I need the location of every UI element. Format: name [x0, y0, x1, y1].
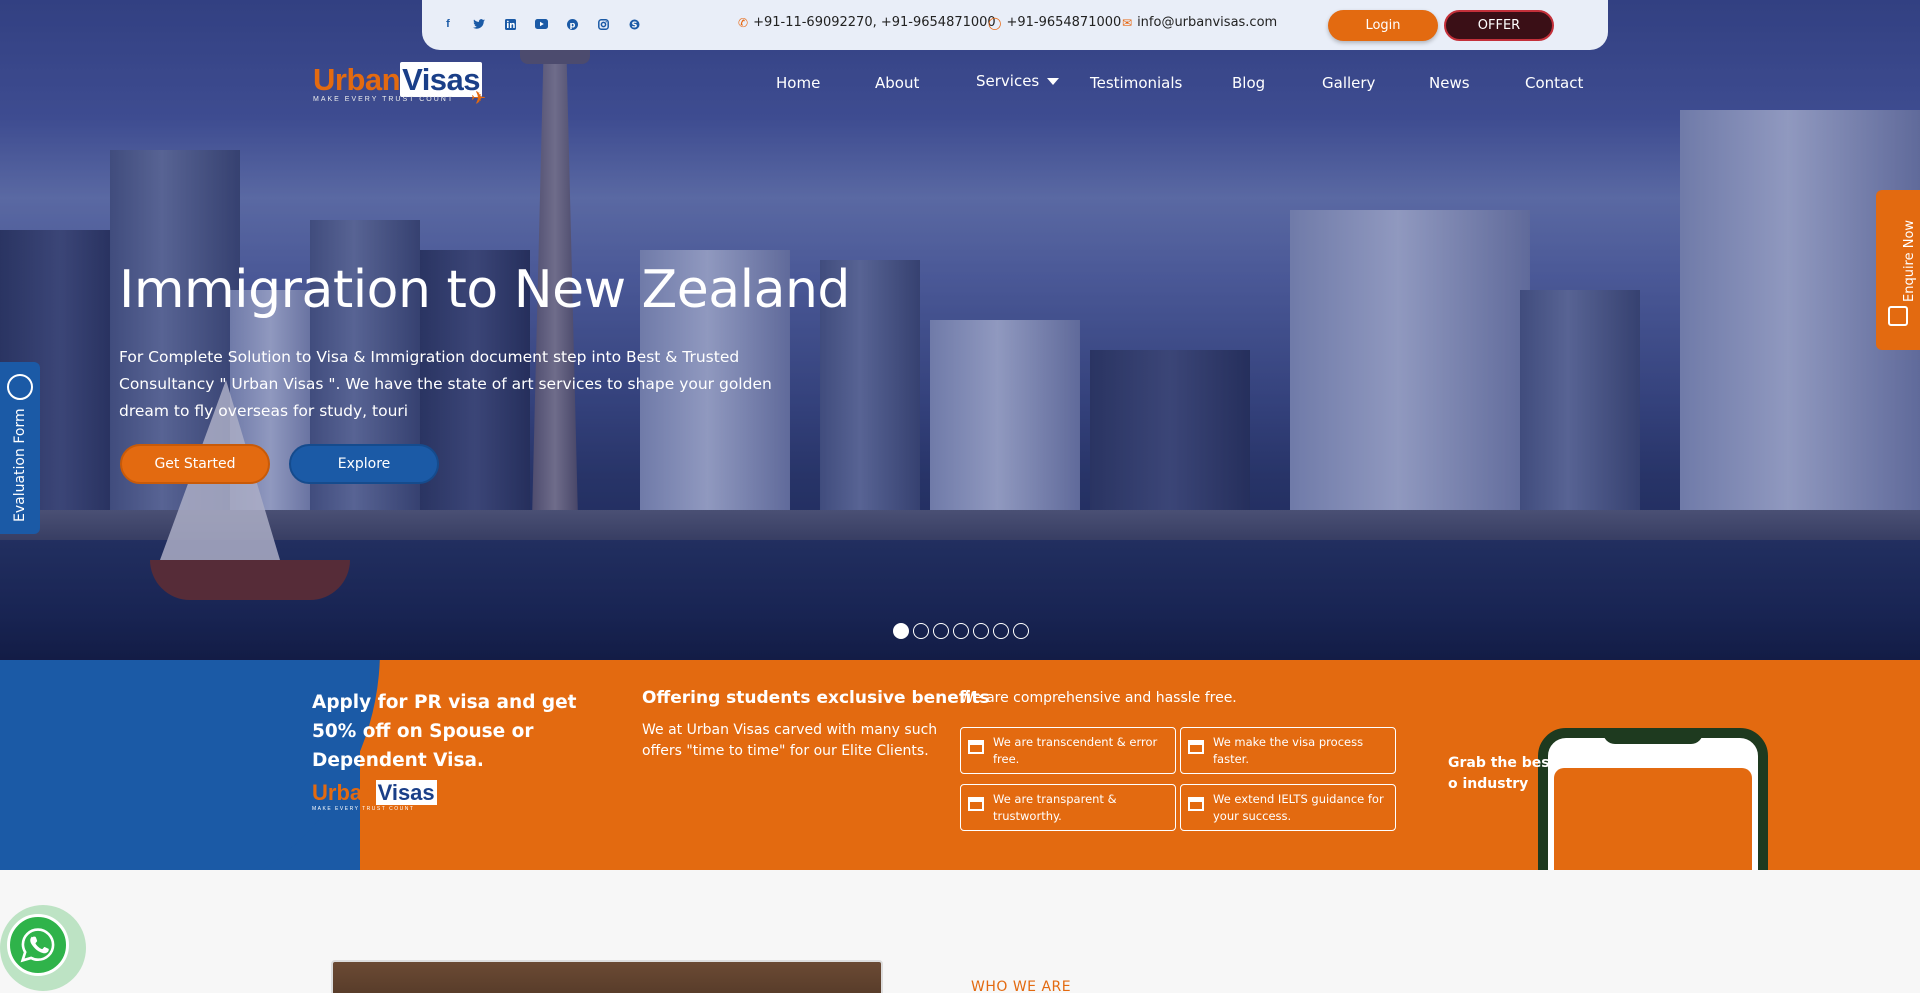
explore-button[interactable]: Explore — [289, 444, 439, 484]
top-contact-bar: f p S ✆ +91-11-69092270, +91-9654871000 … — [422, 0, 1608, 50]
chevron-down-icon — [1047, 78, 1060, 85]
whatsapp-icon[interactable] — [7, 914, 69, 976]
whatsapp-number[interactable]: +91-9654871000 — [1006, 15, 1121, 30]
nav-contact[interactable]: Contact — [1525, 74, 1583, 92]
facebook-icon[interactable]: f — [440, 16, 456, 32]
nav-about[interactable]: About — [875, 74, 919, 92]
email-contact[interactable]: ✉ info@urbanvisas.com — [1122, 15, 1277, 30]
students-benefits-title: Offering students exclusive benefits — [642, 688, 990, 708]
feature-text: We extend IELTS guidance for your succes… — [1213, 792, 1384, 823]
phone-icon: ✆ — [738, 15, 749, 30]
instagram-icon[interactable] — [595, 16, 611, 32]
phone-screen — [1554, 768, 1752, 870]
whatsapp-chat-button[interactable] — [0, 905, 86, 991]
feature-card: We are transcendent & error free. — [960, 727, 1176, 774]
skype-icon[interactable]: S — [626, 16, 642, 32]
social-links: f p S — [440, 16, 642, 32]
evaluation-form-tab[interactable]: Evaluation Form — [0, 362, 40, 534]
nav-gallery[interactable]: Gallery — [1322, 74, 1375, 92]
nav-home[interactable]: Home — [776, 74, 820, 92]
students-benefits-description: We at Urban Visas carved with many such … — [642, 722, 938, 759]
refresh-icon — [7, 374, 33, 400]
feature-icon — [968, 797, 984, 811]
band-logo: UrbanVisas MAKE EVERY TRUST COUNT — [312, 780, 437, 812]
nav-news[interactable]: News — [1429, 74, 1470, 92]
evaluation-form-label: Evaluation Form — [12, 408, 28, 522]
site-logo[interactable]: UrbanVisas MAKE EVERY TRUST COUNT ✈ — [313, 62, 486, 108]
phone-notch — [1603, 728, 1703, 744]
svg-text:S: S — [631, 20, 637, 29]
slider-dot[interactable] — [973, 623, 989, 639]
slider-dot[interactable] — [893, 623, 909, 639]
logo-word-urban: Urban — [313, 62, 401, 97]
hero-description: For Complete Solution to Visa & Immigrat… — [119, 348, 772, 420]
feature-icon — [968, 740, 984, 754]
email-address[interactable]: info@urbanvisas.com — [1137, 15, 1277, 30]
airplane-icon: ✈ — [470, 88, 487, 108]
slider-dot[interactable] — [913, 623, 929, 639]
feature-card: We are transparent & trustworthy. — [960, 784, 1176, 831]
feature-text: We make the visa process faster. — [1213, 735, 1364, 766]
benefits-band: Apply for PR visa and get 50% off on Spo… — [0, 660, 1920, 870]
get-started-button[interactable]: Get Started — [120, 444, 270, 484]
slider-dot[interactable] — [953, 623, 969, 639]
enquire-now-label: Enquire Now — [1902, 219, 1917, 302]
about-image — [331, 960, 883, 993]
nav-services[interactable]: Services — [976, 72, 1060, 90]
grab-best-text: Grab the best o industry — [1448, 755, 1557, 792]
band-logo-visas: Visas — [375, 780, 437, 805]
phone-mockup — [1538, 728, 1768, 870]
linkedin-icon[interactable] — [502, 16, 518, 32]
nav-services-label[interactable]: Services — [976, 72, 1039, 90]
feature-icon — [1188, 797, 1204, 811]
offer-button[interactable]: OFFER — [1444, 10, 1554, 41]
slider-dot[interactable] — [933, 623, 949, 639]
phone-contact[interactable]: ✆ +91-11-69092270, +91-9654871000 — [738, 15, 996, 30]
form-icon — [1888, 306, 1908, 326]
slider-dot[interactable] — [1013, 623, 1029, 639]
hero-title: Immigration to New Zealand — [119, 260, 850, 320]
nav-testimonials[interactable]: Testimonials — [1090, 74, 1182, 92]
slider-dots — [893, 623, 1029, 639]
logo-word-visas: Visas — [400, 62, 483, 97]
feature-text: We are transparent & trustworthy. — [993, 792, 1117, 823]
hero-overlay — [0, 0, 1920, 660]
pr-visa-offer-title: Apply for PR visa and get 50% off on Spo… — [312, 692, 577, 771]
band-logo-tagline: MAKE EVERY TRUST COUNT — [312, 806, 415, 812]
phone-numbers[interactable]: +91-11-69092270, +91-9654871000 — [753, 15, 996, 30]
hassle-free-title: We are comprehensive and hassle free. — [960, 690, 1237, 706]
whatsapp-icon: ◯ — [988, 15, 1002, 30]
pinterest-icon[interactable]: p — [564, 16, 580, 32]
twitter-icon[interactable] — [471, 16, 487, 32]
feature-icon — [1188, 740, 1204, 754]
feature-text: We are transcendent & error free. — [993, 735, 1158, 766]
nav-blog[interactable]: Blog — [1232, 74, 1265, 92]
svg-text:p: p — [569, 20, 575, 29]
youtube-icon[interactable] — [533, 16, 549, 32]
enquire-now-tab[interactable]: Enquire Now — [1876, 190, 1920, 350]
who-we-are-label: WHO WE ARE — [971, 979, 1072, 993]
envelope-icon: ✉ — [1122, 15, 1133, 30]
feature-card: We make the visa process faster. — [1180, 727, 1396, 774]
slider-dot[interactable] — [993, 623, 1009, 639]
whatsapp-contact[interactable]: ◯ +91-9654871000 — [988, 15, 1121, 30]
hero-slider: Immigration to New Zealand For Complete … — [0, 0, 1920, 660]
login-button[interactable]: Login — [1328, 10, 1438, 41]
band-logo-urban: Urban — [312, 780, 376, 805]
feature-card: We extend IELTS guidance for your succes… — [1180, 784, 1396, 831]
